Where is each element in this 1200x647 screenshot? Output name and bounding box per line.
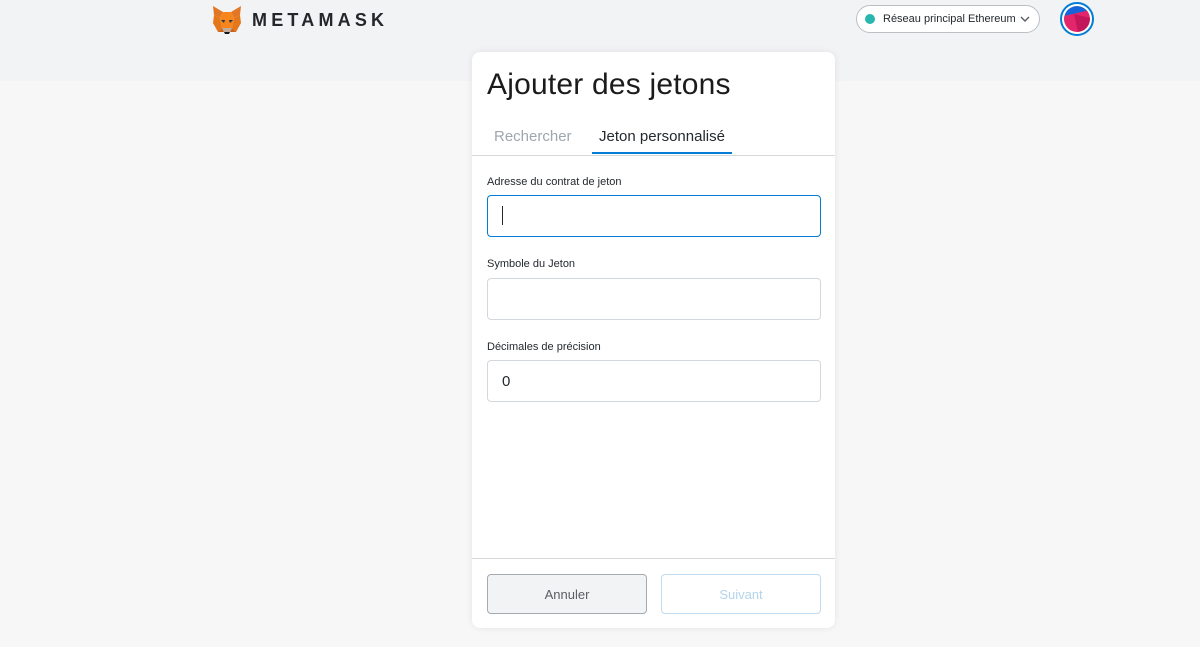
page-title: Ajouter des jetons bbox=[487, 68, 731, 101]
metamask-logo[interactable]: METAMASK bbox=[212, 5, 388, 35]
network-selector[interactable]: Réseau principal Ethereum bbox=[856, 5, 1040, 33]
tab-bar: Rechercher Jeton personnalisé bbox=[472, 124, 835, 156]
network-status-dot bbox=[865, 14, 875, 24]
metamask-fox-icon bbox=[213, 6, 241, 34]
chevron-down-icon bbox=[1020, 16, 1030, 22]
account-avatar-icon bbox=[1064, 6, 1090, 32]
modal-footer: Annuler Suivant bbox=[472, 558, 835, 629]
account-menu-button[interactable] bbox=[1060, 2, 1094, 36]
tab-search[interactable]: Rechercher bbox=[494, 128, 572, 154]
tab-custom-token[interactable]: Jeton personnalisé bbox=[592, 128, 732, 154]
brand-wordmark: METAMASK bbox=[252, 9, 389, 30]
network-label: Réseau principal Ethereum bbox=[883, 13, 1016, 25]
text-caret bbox=[502, 206, 503, 225]
token-symbol-input[interactable] bbox=[487, 278, 821, 320]
token-symbol-label: Symbole du Jeton bbox=[487, 258, 576, 270]
decimals-label: Décimales de précision bbox=[487, 341, 601, 353]
decimals-input[interactable] bbox=[487, 360, 821, 402]
add-token-modal: Ajouter des jetons Rechercher Jeton pers… bbox=[472, 52, 835, 628]
contract-address-label: Adresse du contrat de jeton bbox=[487, 176, 622, 188]
next-button[interactable]: Suivant bbox=[661, 574, 821, 614]
cancel-button[interactable]: Annuler bbox=[487, 574, 647, 614]
contract-address-input[interactable] bbox=[487, 195, 821, 237]
